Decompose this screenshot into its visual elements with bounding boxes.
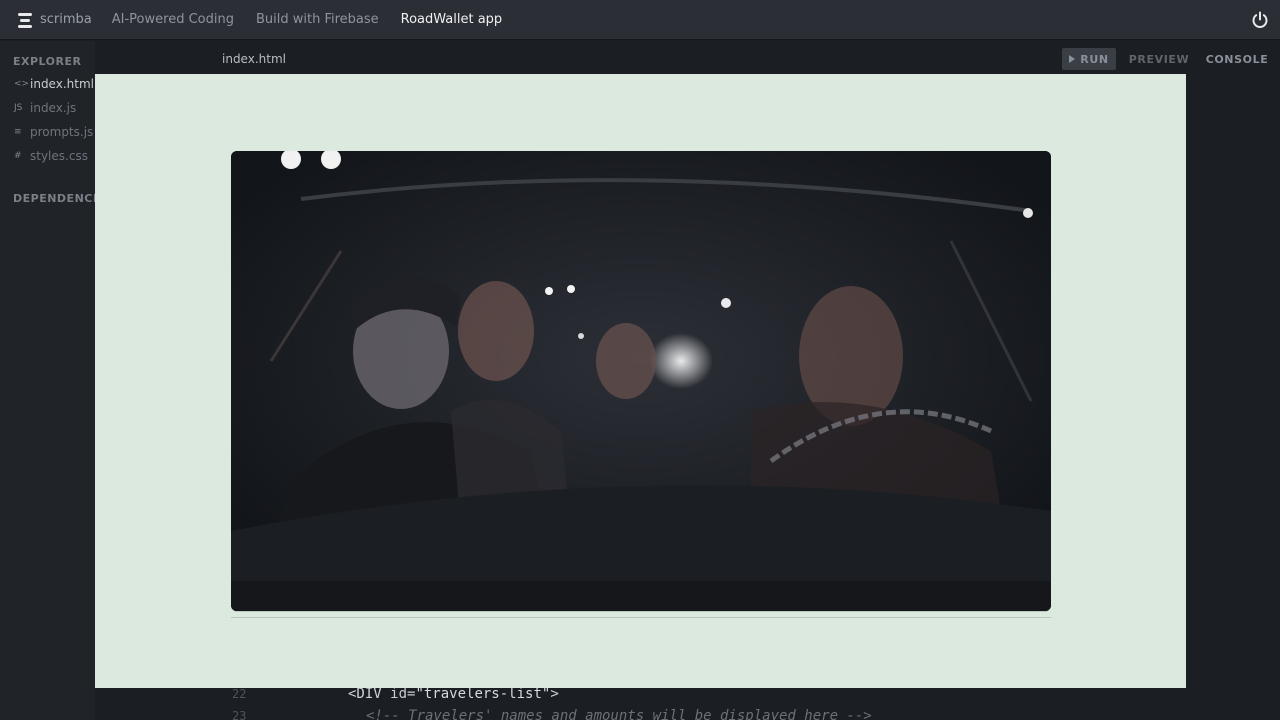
code-comment: <!-- Travelers' names and amounts will b…	[366, 708, 872, 720]
line-number: 22	[232, 687, 247, 701]
run-label: RUN	[1080, 52, 1109, 66]
editor-tab-index-html[interactable]: index.html	[222, 52, 286, 66]
html-file-icon: <>	[14, 79, 30, 89]
scrimba-logo[interactable]: scrimba	[14, 12, 92, 28]
js-file-icon: JS	[14, 103, 23, 113]
breadcrumb-course[interactable]: AI-Powered Coding	[112, 12, 234, 27]
code-line[interactable]: 23 <!-- Travelers' names and amounts will…	[232, 708, 872, 720]
breadcrumb-module[interactable]: Build with Firebase	[256, 12, 379, 27]
play-icon	[1069, 55, 1076, 63]
file-name: index.html	[30, 77, 94, 91]
line-number: 23	[232, 709, 247, 720]
file-prompts-js[interactable]: ≡ prompts.js	[14, 125, 93, 139]
file-name: styles.css	[30, 149, 88, 163]
video-frame-image	[231, 151, 1051, 611]
preview-button[interactable]: PREVIEW	[1124, 48, 1194, 70]
explorer-heading: EXPLORER	[13, 55, 82, 68]
code-tag: <DIV	[348, 686, 391, 702]
video-overlay-modal	[95, 74, 1186, 688]
app-window: scrimba AI-Powered Coding Build with Fir…	[0, 0, 1280, 720]
video-divider	[231, 617, 1051, 618]
file-explorer-sidebar: EXPLORER <> index.html JS index.js ≡ pro…	[0, 41, 113, 720]
code-tag: >	[550, 686, 559, 702]
video-player[interactable]	[231, 151, 1051, 611]
logo-text: scrimba	[40, 12, 92, 27]
power-icon[interactable]	[1250, 10, 1270, 30]
file-index-html[interactable]: <> index.html	[14, 77, 94, 91]
run-button[interactable]: RUN	[1062, 48, 1116, 70]
code-string: "travelers-list"	[415, 686, 551, 702]
code-line[interactable]: 22 <DIV id="travelers-list">	[232, 686, 559, 702]
breadcrumb-lesson[interactable]: RoadWallet app	[401, 12, 503, 27]
code-attr: id=	[390, 686, 416, 702]
console-button[interactable]: CONSOLE	[1202, 48, 1272, 70]
file-name: index.js	[30, 101, 77, 115]
file-name: prompts.js	[30, 125, 94, 139]
css-file-icon: #	[14, 151, 22, 161]
file-styles-css[interactable]: # styles.css	[14, 149, 88, 163]
top-bar: scrimba AI-Powered Coding Build with Fir…	[0, 0, 1280, 40]
file-index-js[interactable]: JS index.js	[14, 101, 76, 115]
scrimba-logo-icon	[14, 12, 34, 28]
text-file-icon: ≡	[14, 127, 22, 137]
